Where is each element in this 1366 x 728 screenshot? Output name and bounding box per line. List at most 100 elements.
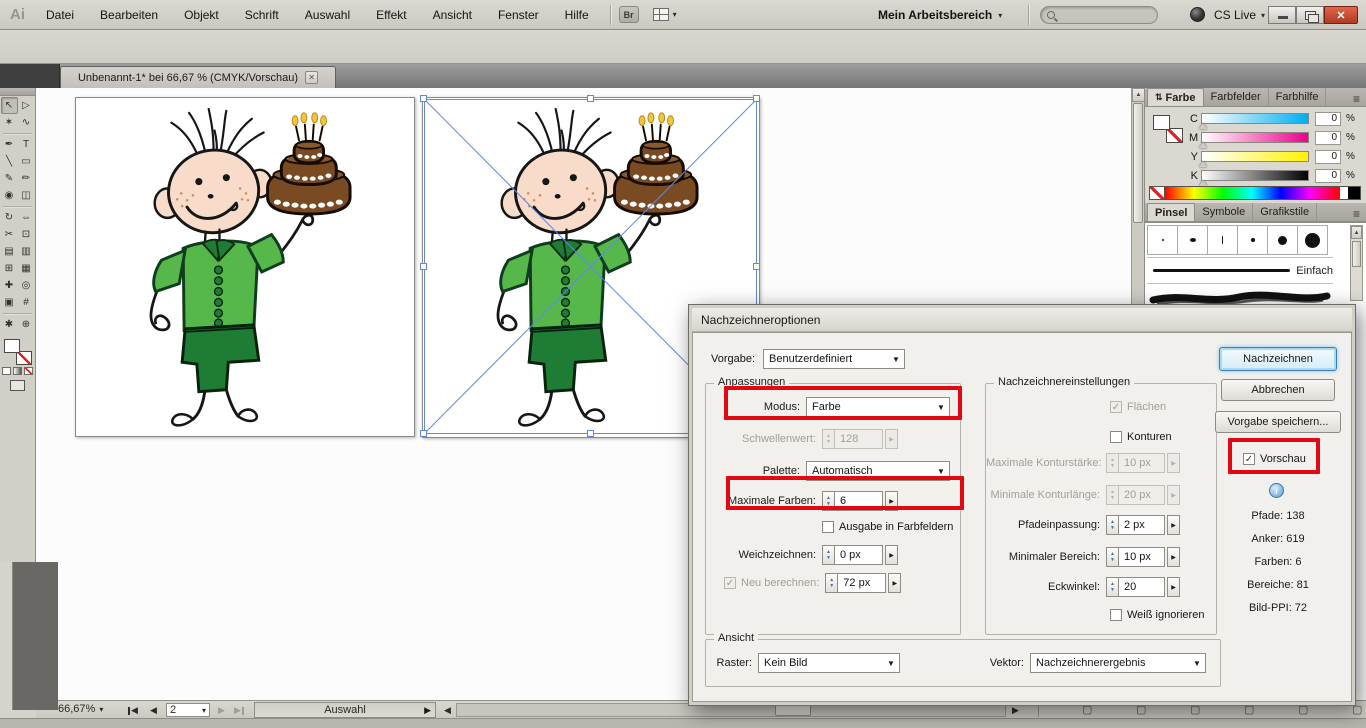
popup-arrow-icon[interactable]: ▶ — [1167, 577, 1180, 597]
stepper-arrows-icon[interactable]: ▲▼ — [825, 573, 838, 593]
magic-wand-tool[interactable]: ✶ — [1, 114, 18, 131]
eraser-tool[interactable]: ◫ — [18, 187, 35, 204]
scale-tool[interactable]: ⇔ — [18, 209, 35, 226]
stroke-swatch[interactable] — [16, 351, 32, 365]
eyedropper-tool[interactable]: ✚ — [1, 277, 18, 294]
scroll-up-icon[interactable]: ▲ — [1351, 226, 1362, 239]
vertical-scroll-thumb[interactable] — [1133, 103, 1143, 223]
tab-farbfelder[interactable]: Farbfelder — [1204, 88, 1269, 106]
artboard-number-select[interactable]: 2 ▾ — [166, 703, 210, 717]
rotate-tool[interactable]: ↻ — [1, 209, 18, 226]
tab-pinsel[interactable]: Pinsel — [1147, 203, 1195, 221]
first-artboard-button[interactable]: ◀ — [128, 705, 138, 716]
slider-knob-icon[interactable] — [1199, 161, 1207, 167]
slice-tool[interactable]: # — [18, 294, 35, 311]
blur-stepper[interactable]: ▲▼ 0 px ▶ — [822, 545, 898, 565]
blob-brush-tool[interactable]: ◉ — [1, 187, 18, 204]
color-panel-menu-icon[interactable]: ≡ — [1347, 92, 1366, 106]
symbol-sprayer-tool[interactable]: ▤ — [1, 243, 18, 260]
chevron-down-icon[interactable]: ▾ — [673, 10, 677, 19]
close-window-button[interactable]: ✕ — [1324, 6, 1358, 24]
document-tab[interactable]: Unbenannt-1* bei 66,67 % (CMYK/Vorschau)… — [60, 66, 336, 88]
type-tool[interactable]: T — [18, 136, 35, 153]
vector-select[interactable]: Nachzeichnerergebnis ▼ — [1030, 653, 1206, 673]
pen-tool[interactable]: ✒ — [1, 136, 18, 153]
pencil-tool[interactable]: ✏ — [18, 170, 35, 187]
stepper-arrows-icon[interactable]: ▲▼ — [1106, 577, 1119, 597]
artboard-tool[interactable]: ▣ — [1, 294, 18, 311]
menu-auswahl[interactable]: Auswahl — [292, 0, 363, 30]
popup-arrow-icon[interactable]: ▶ — [888, 573, 901, 593]
none-swatch[interactable] — [1150, 187, 1165, 199]
info-icon[interactable]: i — [1269, 483, 1284, 498]
brush-swatch[interactable] — [1207, 225, 1238, 255]
stepper-arrows-icon[interactable]: ▲▼ — [1106, 547, 1119, 567]
brush-swatch[interactable] — [1147, 225, 1178, 255]
selection-handle-ne[interactable] — [753, 95, 760, 102]
direct-selection-tool[interactable]: ▷ — [18, 97, 35, 114]
magenta-slider[interactable] — [1201, 132, 1309, 143]
graph-tool[interactable]: ▥ — [18, 243, 35, 260]
status-display[interactable]: Auswahl ▶ — [254, 702, 436, 718]
tab-farbhilfe[interactable]: Farbhilfe — [1269, 88, 1327, 106]
yellow-slider[interactable] — [1201, 151, 1309, 162]
tab-symbole[interactable]: Symbole — [1195, 203, 1253, 221]
selection-handle-sw[interactable] — [420, 430, 427, 437]
selection-handle-e[interactable] — [753, 263, 760, 270]
path-fitting-value[interactable]: 2 px — [1119, 515, 1165, 535]
previous-artboard-button[interactable]: ◀ — [150, 705, 157, 716]
preset-select[interactable]: Benutzerdefiniert ▼ — [763, 349, 905, 369]
restore-button[interactable] — [1296, 6, 1324, 24]
brush-simple[interactable]: Einfach — [1147, 257, 1333, 283]
selection-tool[interactable]: ↖ — [1, 97, 18, 114]
hand-tool[interactable]: ✱ — [1, 316, 18, 333]
blend-tool[interactable]: ◎ — [18, 277, 35, 294]
mesh-tool[interactable]: ⊞ — [1, 260, 18, 277]
blur-value[interactable]: 0 px — [835, 545, 883, 565]
min-area-stepper[interactable]: ▲▼ 10 px ▶ — [1106, 547, 1180, 567]
next-artboard-button[interactable]: ▶ — [218, 705, 225, 716]
line-tool[interactable]: ╲ — [1, 153, 18, 170]
cancel-button[interactable]: Abbrechen — [1221, 379, 1335, 401]
menu-schrift[interactable]: Schrift — [232, 0, 292, 30]
dialog-titlebar[interactable]: Nachzeichneroptionen — [692, 308, 1352, 332]
minimize-button[interactable] — [1268, 6, 1296, 24]
status-menu-arrow-icon[interactable]: ▶ — [424, 705, 431, 716]
stepper-arrows-icon[interactable]: ▲▼ — [1106, 515, 1119, 535]
black-slider[interactable] — [1201, 170, 1309, 181]
cs-live-menu[interactable]: CS Live — [1214, 8, 1256, 22]
save-preset-button[interactable]: Vorgabe speichern... — [1215, 411, 1341, 433]
bridge-button[interactable]: Br — [619, 6, 639, 23]
gradient-mode-button[interactable] — [13, 367, 22, 375]
color-mode-button[interactable] — [2, 367, 11, 375]
cyan-slider[interactable] — [1201, 113, 1309, 124]
trace-button[interactable]: Nachzeichnen — [1219, 347, 1337, 371]
min-area-value[interactable]: 10 px — [1119, 547, 1165, 567]
slider-knob-icon[interactable] — [1199, 142, 1207, 148]
fill-stroke-indicator[interactable] — [4, 339, 32, 365]
last-artboard-button[interactable]: ▶ — [234, 705, 244, 716]
workspace-switcher[interactable]: Mein Arbeitsbereich — [878, 8, 992, 22]
magenta-value[interactable]: 0 — [1315, 131, 1341, 145]
gradient-tool[interactable]: ▦ — [18, 260, 35, 277]
zoom-level-select[interactable]: 66,67% ▾ — [58, 703, 103, 715]
strokes-checkbox[interactable]: ✓ Konturen — [1110, 431, 1172, 443]
color-spectrum-bar[interactable] — [1149, 186, 1361, 200]
checkbox-icon[interactable]: ✓ — [1110, 609, 1122, 621]
zoom-tool[interactable]: ⊕ — [18, 316, 35, 333]
search-box[interactable] — [1040, 6, 1158, 24]
close-tab-icon[interactable]: ✕ — [305, 71, 318, 84]
cyan-value[interactable]: 0 — [1315, 112, 1341, 126]
popup-arrow-icon[interactable]: ▶ — [885, 545, 898, 565]
rectangle-tool[interactable]: ▭ — [18, 153, 35, 170]
spectrum-ramp[interactable] — [1165, 187, 1339, 199]
chevron-down-icon[interactable]: ▾ — [998, 11, 1002, 20]
output-swatches-checkbox[interactable]: ✓ Ausgabe in Farbfeldern — [822, 521, 953, 533]
checkbox-icon[interactable]: ✓ — [822, 521, 834, 533]
selection-handle-n[interactable] — [587, 95, 594, 102]
black-value[interactable]: 0 — [1315, 169, 1341, 183]
resample-stepper[interactable]: ▲▼ 72 px ▶ — [825, 573, 901, 593]
brush-swatch[interactable] — [1237, 225, 1268, 255]
resample-value[interactable]: 72 px — [838, 573, 886, 593]
tools-panel-grip[interactable] — [0, 88, 35, 96]
